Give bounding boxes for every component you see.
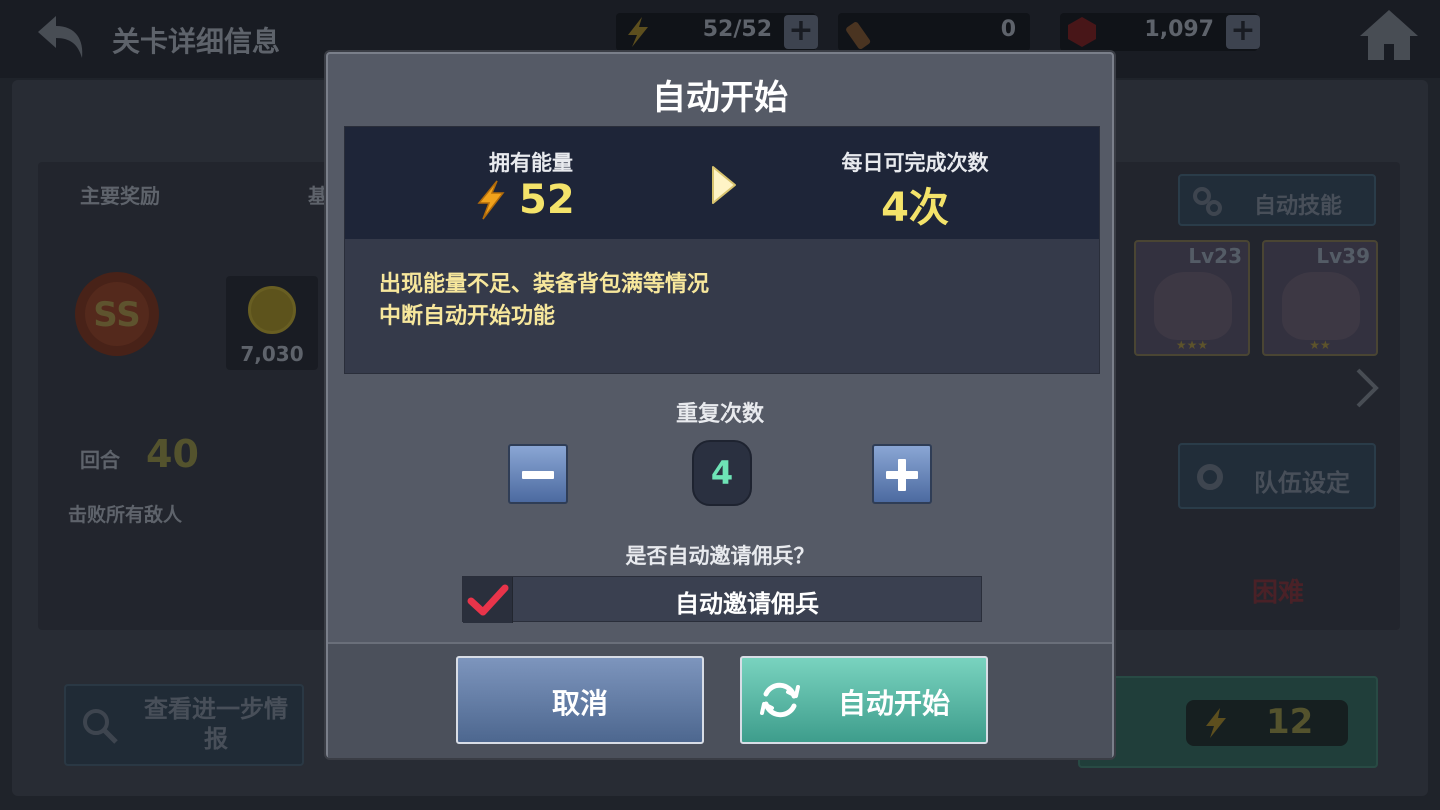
decrease-repeat-button[interactable] <box>508 444 568 504</box>
arrow-right-icon <box>712 166 736 204</box>
notice-line: 出现能量不足、装备背包满等情况 <box>379 272 710 297</box>
refresh-icon <box>760 682 800 718</box>
auto-start-info: 拥有能量 52 每日可完成次数 4次 出现能量不足、装备背包满等情况 中断自动开… <box>344 126 1100 374</box>
daily-completion-value: 4次 <box>881 185 949 231</box>
repeat-count-value: 4 <box>692 440 752 506</box>
auto-invite-checkbox[interactable] <box>463 577 513 623</box>
auto-start-label: 自动开始 <box>838 687 951 720</box>
daily-completion-label: 每日可完成次数 <box>841 151 989 175</box>
owned-energy-label: 拥有能量 <box>489 151 573 175</box>
interrupt-notice: 出现能量不足、装备背包满等情况 中断自动开始功能 <box>379 269 709 333</box>
auto-invite-label: 自动邀请佣兵 <box>675 590 819 618</box>
plus-icon <box>898 459 906 491</box>
owned-energy-value: 52 <box>519 177 575 223</box>
repeat-count-label: 重复次数 <box>675 402 764 427</box>
notice-line: 中断自动开始功能 <box>379 304 556 329</box>
dialog-title: 自动开始 <box>652 78 788 118</box>
auto-invite-toggle[interactable]: 自动邀请佣兵 <box>462 576 982 623</box>
energy-daily-summary: 拥有能量 52 每日可完成次数 4次 <box>345 127 1099 239</box>
cancel-button[interactable]: 取消 <box>456 656 704 744</box>
energy-bolt-icon <box>477 180 505 220</box>
cancel-label: 取消 <box>551 687 608 720</box>
auto-start-button[interactable]: 自动开始 <box>740 656 988 744</box>
checkmark-icon <box>467 584 509 616</box>
auto-start-dialog: 自动开始 拥有能量 52 每日可完成次数 4次 出现能量不足、装备背包满等情况 … <box>326 52 1114 758</box>
auto-invite-question: 是否自动邀请佣兵？ <box>625 544 815 568</box>
increase-repeat-button[interactable] <box>872 444 932 504</box>
minus-icon <box>522 471 554 479</box>
dialog-footer: 取消 自动开始 <box>328 644 1112 758</box>
